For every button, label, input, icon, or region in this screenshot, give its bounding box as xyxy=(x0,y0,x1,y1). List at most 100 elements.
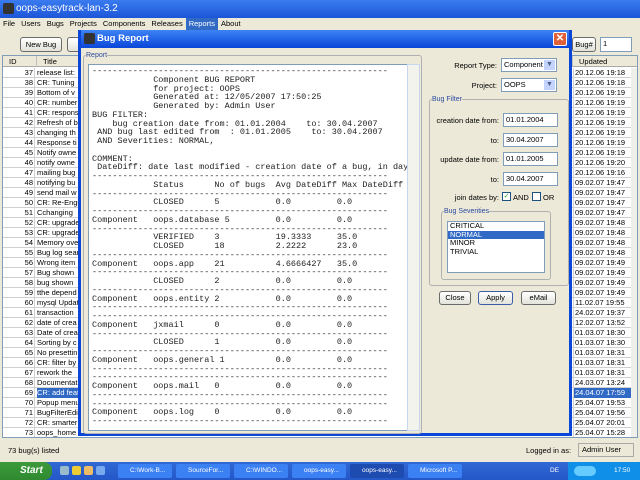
report-scrollbar[interactable] xyxy=(407,64,420,431)
bug-updated: 25.04.07 19:56 xyxy=(573,408,631,418)
update-to-input[interactable]: 30.04.2007 xyxy=(503,172,558,186)
bug-updated: 24.04.07 17:59 xyxy=(573,388,631,398)
goto-bug-button[interactable]: Bug# xyxy=(572,37,596,52)
creation-to-input[interactable]: 30.04.2007 xyxy=(503,133,558,147)
and-label: AND xyxy=(513,193,529,202)
project-select[interactable]: OOPS ▼ xyxy=(501,78,557,92)
start-label: Start xyxy=(20,465,43,476)
bug-id: 63 xyxy=(3,328,35,338)
creation-to-label: to: xyxy=(490,136,499,145)
app-icon xyxy=(3,3,14,14)
quicklaunch-icon[interactable] xyxy=(60,466,69,475)
bug-id: 54 xyxy=(3,238,35,248)
bug-id: 71 xyxy=(3,408,35,418)
apply-button[interactable]: Apply xyxy=(478,291,513,305)
bug-id: 45 xyxy=(3,148,35,158)
bug-updated: 09.02.07 19:47 xyxy=(573,198,631,208)
chevron-down-icon[interactable]: ▼ xyxy=(544,80,555,90)
dialog-icon xyxy=(84,33,95,44)
bug-updated: 09.02.07 19:47 xyxy=(573,188,631,198)
app-title-bar: oops-easytrack-lan-3.2 xyxy=(0,0,640,18)
report-content: ----------------------------------------… xyxy=(92,66,408,426)
report-text-area[interactable]: ----------------------------------------… xyxy=(88,64,408,431)
or-checkbox[interactable] xyxy=(532,192,541,201)
bug-updated: 01.03.07 18:31 xyxy=(573,368,631,378)
report-type-select[interactable]: Component ▼ xyxy=(501,58,557,72)
bug-updated: 20.12.06 19:19 xyxy=(573,88,631,98)
bug-id: 46 xyxy=(3,158,35,168)
bug-updated: 20.12.06 19:19 xyxy=(573,138,631,148)
bug-id: 58 xyxy=(3,278,35,288)
bug-id: 53 xyxy=(3,228,35,238)
bug-updated: 09.02.07 19:48 xyxy=(573,228,631,238)
project-label: Project: xyxy=(471,81,497,90)
quicklaunch-icon[interactable] xyxy=(72,466,81,475)
taskbar-item[interactable]: SourceFor... xyxy=(176,464,230,478)
bug-id: 65 xyxy=(3,348,35,358)
bug-updated: 01.03.07 18:30 xyxy=(573,328,631,338)
menu-bugs[interactable]: Bugs xyxy=(44,18,67,30)
taskbar-item[interactable]: C:\WINDO... xyxy=(234,464,288,478)
start-button[interactable]: Start xyxy=(0,462,52,480)
table-scrollbar[interactable] xyxy=(631,68,637,437)
menu-projects[interactable]: Projects xyxy=(67,18,100,30)
chevron-down-icon[interactable]: ▼ xyxy=(544,60,555,70)
taskbar-item[interactable]: Microsoft P... xyxy=(408,464,462,478)
bug-updated: 11.02.07 19:55 xyxy=(573,298,631,308)
bug-id: 68 xyxy=(3,378,35,388)
bug-updated: 25.04.07 20:01 xyxy=(573,418,631,428)
column-header-id[interactable]: ID xyxy=(3,56,37,67)
bug-id: 57 xyxy=(3,268,35,278)
bug-number-input[interactable]: 1 xyxy=(600,37,632,52)
bug-updated: 20.12.06 19:19 xyxy=(573,108,631,118)
bug-id: 49 xyxy=(3,188,35,198)
bug-updated: 20.12.06 19:19 xyxy=(573,148,631,158)
menu-about[interactable]: About xyxy=(218,18,244,30)
bug-id: 50 xyxy=(3,198,35,208)
severity-option[interactable]: TRIVIAL xyxy=(448,247,544,257)
language-indicator[interactable]: DE xyxy=(550,462,559,480)
new-bug-button[interactable]: New Bug xyxy=(20,37,62,52)
dialog-title: Bug Report xyxy=(97,33,149,44)
and-checkbox[interactable]: ✓ xyxy=(502,192,511,201)
bug-id: 72 xyxy=(3,418,35,428)
bug-id: 73 xyxy=(3,428,35,437)
update-from-input[interactable]: 01.01.2005 xyxy=(503,152,558,166)
menu-components[interactable]: Components xyxy=(100,18,149,30)
report-legend: Report xyxy=(86,52,108,59)
bug-id: 61 xyxy=(3,308,35,318)
bug-updated: 20.12.06 19:16 xyxy=(573,168,631,178)
update-from-label: update date from: xyxy=(440,155,499,164)
bug-id: 52 xyxy=(3,218,35,228)
report-type-label: Report Type: xyxy=(454,61,497,70)
creation-from-input[interactable]: 01.01.2004 xyxy=(503,113,558,127)
bug-updated: 01.03.07 18:30 xyxy=(573,338,631,348)
quicklaunch-icon[interactable] xyxy=(84,466,93,475)
bug-id: 56 xyxy=(3,258,35,268)
join-dates-label: join dates by: xyxy=(454,193,499,202)
column-header-updated[interactable]: Updated xyxy=(573,56,637,67)
bug-id: 39 xyxy=(3,88,35,98)
creation-from-label: creation date from: xyxy=(436,116,499,125)
quicklaunch-icon[interactable] xyxy=(96,466,105,475)
close-button[interactable]: Close xyxy=(439,291,471,305)
menu-releases[interactable]: Releases xyxy=(148,18,185,30)
close-icon[interactable]: ✕ xyxy=(553,32,567,46)
bug-id: 67 xyxy=(3,368,35,378)
menu-users[interactable]: Users xyxy=(18,18,44,30)
severities-list[interactable]: CRITICAL NORMAL MINOR TRIVIAL xyxy=(447,221,545,273)
system-tray: DE 17:50 xyxy=(550,462,640,480)
email-button[interactable]: eMail xyxy=(521,291,556,305)
clock: 17:50 xyxy=(614,467,631,474)
menu-reports[interactable]: Reports xyxy=(185,18,218,30)
bug-id: 55 xyxy=(3,248,35,258)
tray-icons[interactable] xyxy=(574,466,596,476)
taskbar-item[interactable]: oops-easy... xyxy=(350,464,404,478)
menu-file[interactable]: File xyxy=(0,18,18,30)
bug-updated: 20.12.06 19:19 xyxy=(573,118,631,128)
taskbar-item[interactable]: oops-easy... xyxy=(292,464,346,478)
bug-count: 73 bug(s) listed xyxy=(8,446,60,455)
taskbar-item[interactable]: C:\Work-B... xyxy=(118,464,172,478)
bug-updated: 20.12.06 19:18 xyxy=(573,78,631,88)
bug-updated: 20.12.06 19:18 xyxy=(573,68,631,78)
